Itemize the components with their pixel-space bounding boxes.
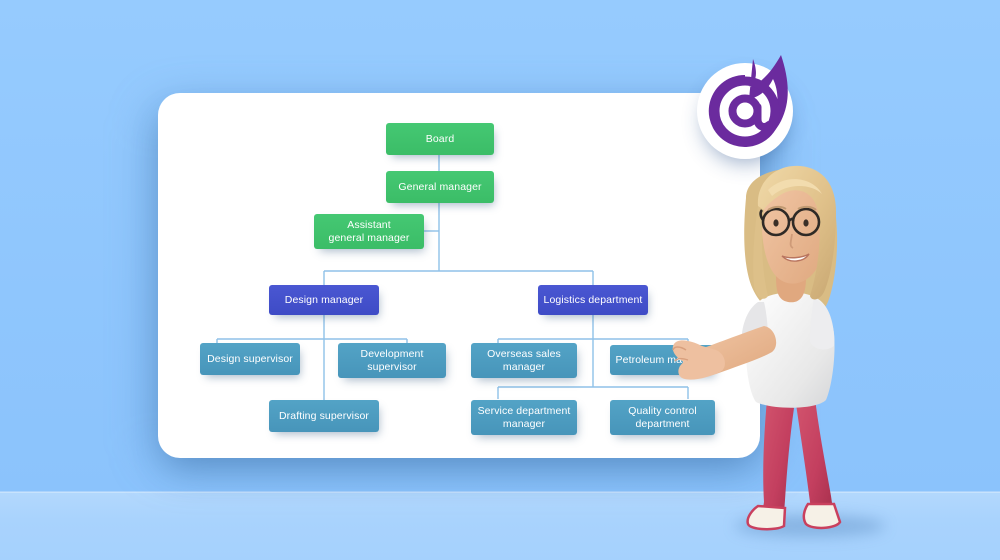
presenter-woman-illustration [672,150,902,550]
node-logistics-department-label: Logistics department [543,293,643,306]
node-general-manager-label: General manager [398,180,482,193]
node-service-department-manager-label-line1: Service department [477,405,571,417]
org-chart-card: Board General manager Assistant general … [158,93,760,458]
at-symbol-flame-logo [693,49,805,161]
scene: Board General manager Assistant general … [0,0,1000,560]
node-drafting-supervisor-label: Drafting supervisor [278,409,370,422]
presenter-figure [672,165,842,531]
node-development-supervisor-label-line2: supervisor [367,360,417,373]
node-drafting-supervisor[interactable]: Drafting supervisor [269,400,379,432]
node-design-manager[interactable]: Design manager [269,285,379,315]
node-assistant-general-manager-label-line2: general manager [328,231,410,244]
node-overseas-sales-manager[interactable]: Overseas sales manager [471,343,577,378]
node-development-supervisor[interactable]: Development supervisor [338,343,446,378]
node-development-supervisor-label-line1: Development [360,348,424,360]
node-service-department-manager-label-line2: manager [502,417,546,430]
node-assistant-general-manager[interactable]: Assistant general manager [314,214,424,249]
node-assistant-general-manager-label-line1: Assistant [347,219,391,231]
node-design-supervisor-label: Design supervisor [207,352,293,365]
at-symbol-flame-icon [708,55,788,147]
node-design-manager-label: Design manager [284,293,364,306]
node-overseas-sales-manager-label-line2: manager [502,360,546,373]
node-board-label: Board [425,132,455,145]
node-overseas-sales-manager-label-line1: Overseas sales [487,348,561,360]
node-design-supervisor[interactable]: Design supervisor [200,343,300,375]
node-general-manager[interactable]: General manager [386,171,494,203]
node-board[interactable]: Board [386,123,494,155]
org-chart: Board General manager Assistant general … [158,93,760,458]
node-logistics-department[interactable]: Logistics department [538,285,648,315]
node-service-department-manager[interactable]: Service department manager [471,400,577,435]
